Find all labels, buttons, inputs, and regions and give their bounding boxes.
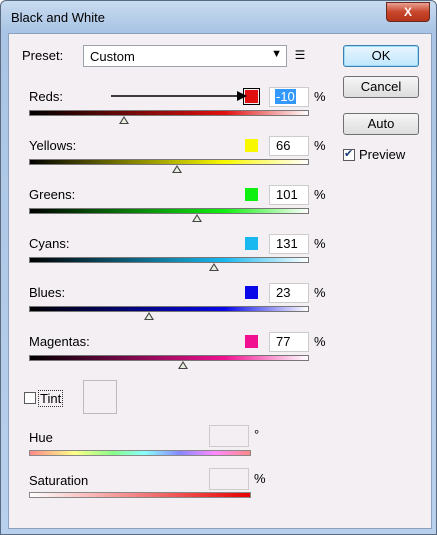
annotation-arrow-icon bbox=[111, 91, 247, 101]
tint-color-swatch[interactable] bbox=[83, 380, 117, 414]
checkmark-icon: ✔ bbox=[344, 148, 354, 160]
cyans-slider-track[interactable] bbox=[29, 257, 309, 263]
cyans-percent-sign: % bbox=[314, 236, 326, 251]
preset-value: Custom bbox=[90, 49, 135, 64]
dialog-body: Preset: Custom ▼ ☰ OK Cancel Auto ✔ Prev… bbox=[8, 33, 432, 529]
blues-color-swatch bbox=[245, 286, 258, 299]
preview-label: Preview bbox=[359, 147, 406, 162]
saturation-spectrum-bar bbox=[29, 492, 251, 498]
blues-slider-track[interactable] bbox=[29, 306, 309, 312]
title-bar[interactable]: Black and White X bbox=[1, 1, 436, 33]
magentas-percent-sign: % bbox=[314, 334, 326, 349]
percent-sign: % bbox=[254, 471, 266, 486]
reds-percent-sign: % bbox=[314, 89, 326, 104]
greens-percent-sign: % bbox=[314, 187, 326, 202]
greens-color-swatch bbox=[245, 188, 258, 201]
reds-value-input[interactable]: -10 bbox=[269, 87, 309, 107]
dropdown-arrow-icon: ▼ bbox=[271, 48, 282, 60]
black-and-white-dialog: Black and White X Preset: Custom ▼ ☰ OK … bbox=[0, 0, 437, 535]
saturation-value-field[interactable] bbox=[209, 468, 249, 490]
yellows-percent-sign: % bbox=[314, 138, 326, 153]
magentas-color-swatch bbox=[245, 335, 258, 348]
yellows-color-swatch bbox=[245, 139, 258, 152]
reds-slider-track[interactable] bbox=[29, 110, 309, 116]
magentas-label: Magentas: bbox=[29, 334, 90, 349]
preset-dropdown[interactable]: Custom ▼ bbox=[83, 45, 287, 67]
cancel-button[interactable]: Cancel bbox=[343, 76, 419, 98]
preview-checkbox[interactable]: ✔ bbox=[343, 148, 355, 161]
close-button[interactable]: X bbox=[386, 2, 430, 22]
yellows-slider-track[interactable] bbox=[29, 159, 309, 165]
preset-label: Preset: bbox=[22, 48, 64, 63]
hue-spectrum-bar bbox=[29, 450, 251, 456]
blues-label: Blues: bbox=[29, 285, 66, 300]
blues-value-input[interactable]: 23 bbox=[269, 283, 309, 303]
blues-percent-sign: % bbox=[314, 285, 326, 300]
greens-value-input[interactable]: 101 bbox=[269, 185, 309, 205]
ok-button[interactable]: OK bbox=[343, 45, 419, 67]
greens-label: Greens: bbox=[29, 187, 76, 202]
magentas-slider-track[interactable] bbox=[29, 355, 309, 361]
cyans-label: Cyans: bbox=[29, 236, 70, 251]
cyans-value-input[interactable]: 131 bbox=[269, 234, 309, 254]
degree-sign: ° bbox=[254, 427, 260, 442]
greens-slider-track[interactable] bbox=[29, 208, 309, 214]
cyans-color-swatch bbox=[245, 237, 258, 250]
reds-label: Reds: bbox=[29, 89, 63, 104]
preset-options-icon[interactable]: ☰ bbox=[292, 47, 308, 63]
magentas-value-input[interactable]: 77 bbox=[269, 332, 309, 352]
window-title: Black and White bbox=[11, 10, 105, 25]
tint-checkbox[interactable] bbox=[24, 392, 36, 404]
tint-label: Tint bbox=[38, 390, 64, 407]
hue-label: Hue bbox=[29, 430, 53, 445]
auto-button[interactable]: Auto bbox=[343, 113, 419, 135]
saturation-label: Saturation bbox=[29, 473, 89, 488]
yellows-label: Yellows: bbox=[29, 138, 77, 153]
yellows-value-input[interactable]: 66 bbox=[269, 136, 309, 156]
hue-value-field[interactable] bbox=[209, 425, 249, 447]
